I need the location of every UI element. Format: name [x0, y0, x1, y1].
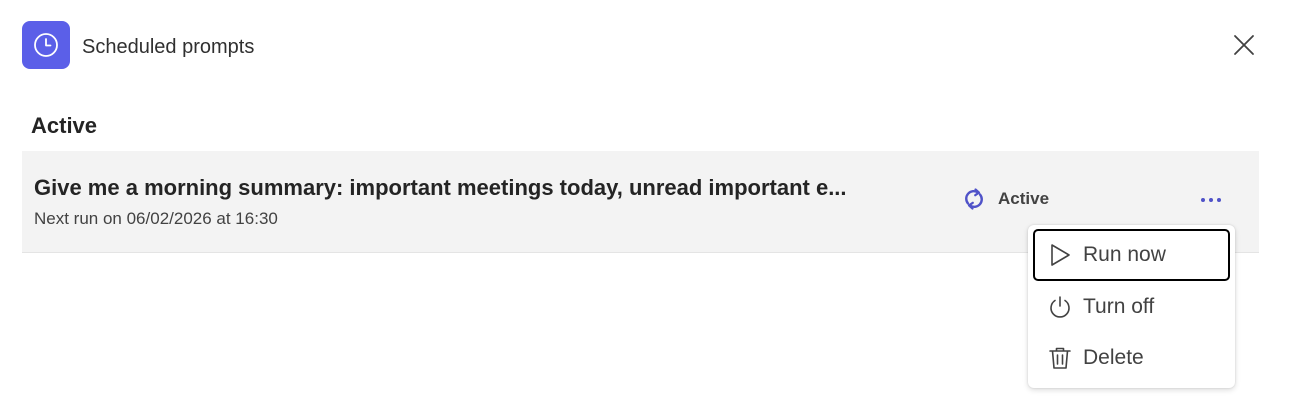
next-run-text: Next run on 06/02/2026 at 16:30: [34, 209, 278, 228]
panel-title: Scheduled prompts: [82, 36, 255, 58]
power-icon: [1045, 292, 1075, 322]
section-heading: Active: [31, 113, 98, 138]
more-options-button[interactable]: [1194, 185, 1228, 215]
close-button[interactable]: [1228, 29, 1260, 61]
scheduled-prompts-panel: Scheduled prompts Active Give me a morni…: [0, 0, 1291, 412]
clock-icon: [22, 21, 70, 69]
menu-item-turn-off[interactable]: Turn off: [1033, 281, 1230, 333]
prompt-title: Give me a morning summary: important mee…: [34, 175, 847, 200]
menu-item-label: Delete: [1083, 346, 1144, 369]
menu-item-label: Turn off: [1083, 295, 1155, 318]
play-icon: [1045, 240, 1075, 270]
close-icon: [1234, 35, 1254, 55]
status-indicator: Active: [960, 185, 1049, 213]
status-label: Active: [998, 189, 1050, 208]
menu-item-label: Run now: [1083, 243, 1166, 266]
recurring-icon: [960, 185, 988, 213]
menu-item-run-now[interactable]: Run now: [1033, 229, 1230, 281]
trash-icon: [1045, 343, 1075, 373]
menu-item-delete[interactable]: Delete: [1033, 332, 1230, 384]
options-menu: Run now Turn off Delete: [1028, 225, 1235, 388]
more-icon: [1201, 198, 1221, 202]
